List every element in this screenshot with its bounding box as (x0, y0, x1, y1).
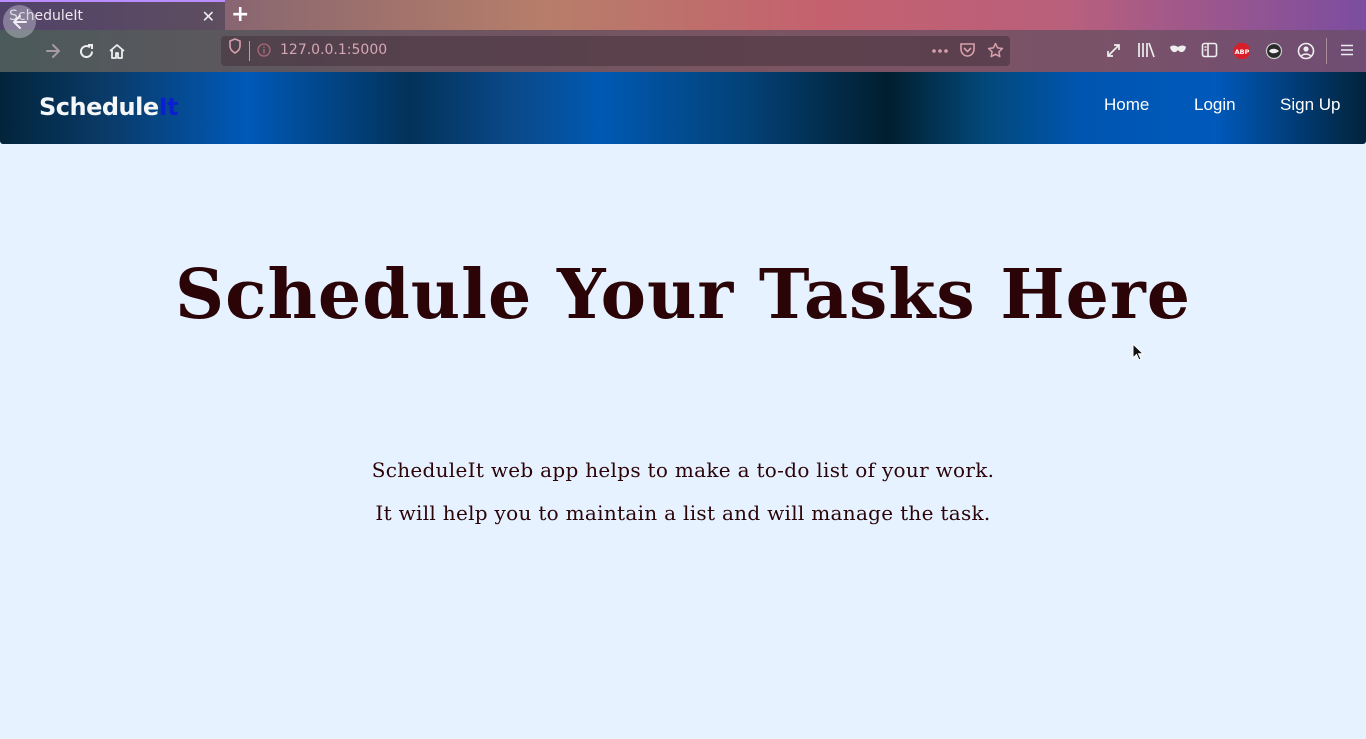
hero-description-line-2: It will help you to maintain a list and … (375, 501, 991, 525)
hero-title: Schedule Your Tasks Here (174, 255, 1191, 335)
home-icon[interactable] (107, 30, 127, 72)
nav-link-sign-up[interactable]: Sign Up (1280, 95, 1340, 115)
menu-icon[interactable] (1340, 44, 1354, 60)
hero-description-line-1: ScheduleIt web app helps to make a to-do… (371, 458, 995, 482)
extension-icon[interactable] (1265, 42, 1283, 64)
info-icon[interactable] (257, 43, 271, 61)
reload-icon[interactable] (76, 30, 96, 72)
pocket-icon[interactable] (959, 42, 976, 62)
bookmark-star-icon[interactable] (987, 42, 1004, 63)
toolbar-separator (1326, 38, 1327, 64)
private-mask-icon[interactable] (1169, 44, 1187, 60)
back-icon[interactable] (3, 5, 36, 38)
url-separator (249, 41, 250, 61)
sidebar-icon[interactable] (1201, 42, 1218, 62)
shield-icon[interactable] (228, 38, 242, 58)
library-icon[interactable] (1137, 42, 1155, 62)
account-icon[interactable] (1297, 42, 1315, 64)
svg-text:ABP: ABP (1235, 48, 1250, 56)
browser-tab-bar: ScheduleIt ✕ + (0, 0, 1366, 30)
app-navbar (0, 72, 1366, 144)
url-text[interactable]: 127.0.0.1:5000 (280, 42, 387, 58)
forward-icon[interactable] (43, 30, 63, 72)
fullscreen-icon[interactable] (1105, 42, 1122, 63)
new-tab-icon[interactable]: + (231, 2, 249, 27)
brand-logo-schedule: Schedule (39, 93, 159, 121)
adblock-icon[interactable]: ABP (1233, 42, 1251, 64)
brand-logo[interactable]: ScheduleIt (39, 93, 179, 121)
brand-logo-it: It (158, 93, 179, 121)
nav-link-login[interactable]: Login (1194, 95, 1236, 115)
tab-close-icon[interactable]: ✕ (202, 7, 215, 26)
more-icon[interactable] (931, 43, 949, 59)
nav-link-home[interactable]: Home (1104, 95, 1149, 115)
mouse-cursor-icon (1132, 342, 1145, 365)
